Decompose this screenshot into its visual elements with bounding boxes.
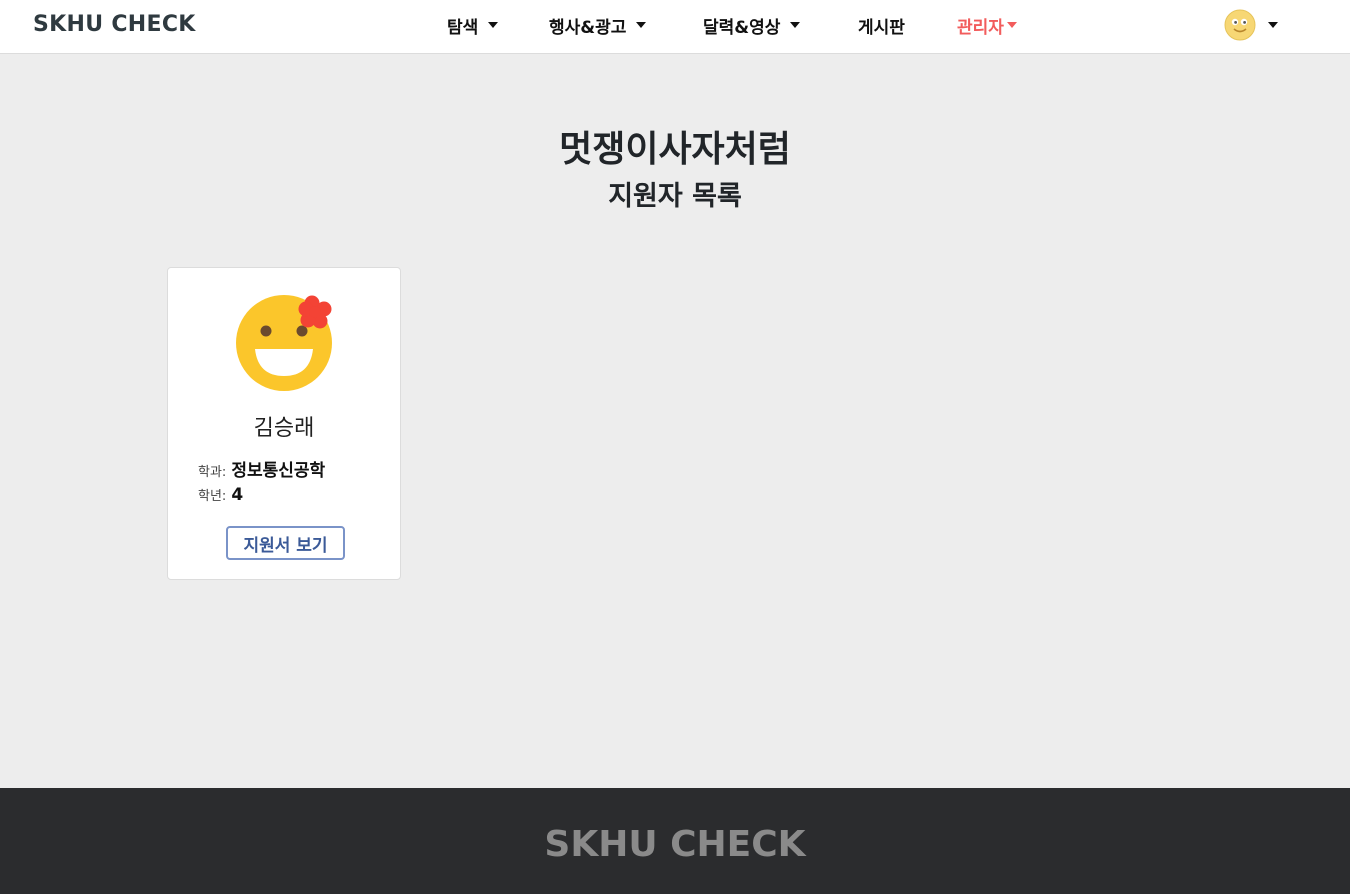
footer-brand: SKHU CHECK [544, 824, 806, 865]
page-title: 멋쟁이사자처럼 [559, 129, 791, 170]
nav-item-label: 행사&광고 [549, 17, 627, 38]
chevron-down-icon [1268, 22, 1278, 28]
nav-item-label: 게시판 [858, 17, 905, 38]
view-application-button[interactable]: 지원서 보기 [226, 526, 345, 560]
grinning-face-with-flower-icon [236, 295, 332, 391]
applicant-name: 김승래 [253, 416, 315, 441]
nav-item-label: 관리자 [957, 17, 1004, 38]
year-label: 학년: [198, 489, 227, 504]
applicant-year-row: 학년: 4 [198, 485, 243, 505]
chevron-down-icon [790, 22, 801, 28]
nav-item-calendar-video[interactable]: 달력&영상 [703, 12, 801, 38]
dept-value: 정보통신공학 [231, 461, 326, 481]
nav-item-label: 탐색 [447, 17, 479, 38]
footer: SKHU CHECK [0, 788, 1350, 894]
top-navbar: SKHU CHECK 탐색 행사&광고 달력&영상 게시판 관리자 [0, 0, 1350, 54]
applicant-card: 김승래 학과: 정보통신공학 학년: 4 지원서 보기 [167, 267, 401, 580]
chevron-down-icon [636, 22, 647, 28]
nav-item-admin[interactable]: 관리자 [957, 12, 1017, 38]
nav-item-label: 달력&영상 [703, 17, 781, 38]
page-subtitle: 지원자 목록 [608, 181, 742, 212]
chevron-down-icon [1006, 22, 1017, 28]
nav-item-board[interactable]: 게시판 [858, 12, 905, 38]
nav-item-events-ads[interactable]: 행사&광고 [549, 12, 647, 38]
applicant-dept-row: 학과: 정보통신공학 [198, 456, 325, 481]
nav-item-explore[interactable]: 탐색 [447, 12, 499, 38]
dept-label: 학과: [198, 465, 227, 480]
brand-logo[interactable]: SKHU CHECK [33, 12, 196, 37]
year-value: 4 [231, 485, 244, 505]
user-menu[interactable] [1224, 9, 1278, 41]
smiley-face-icon [1224, 9, 1256, 41]
chevron-down-icon [488, 22, 499, 28]
